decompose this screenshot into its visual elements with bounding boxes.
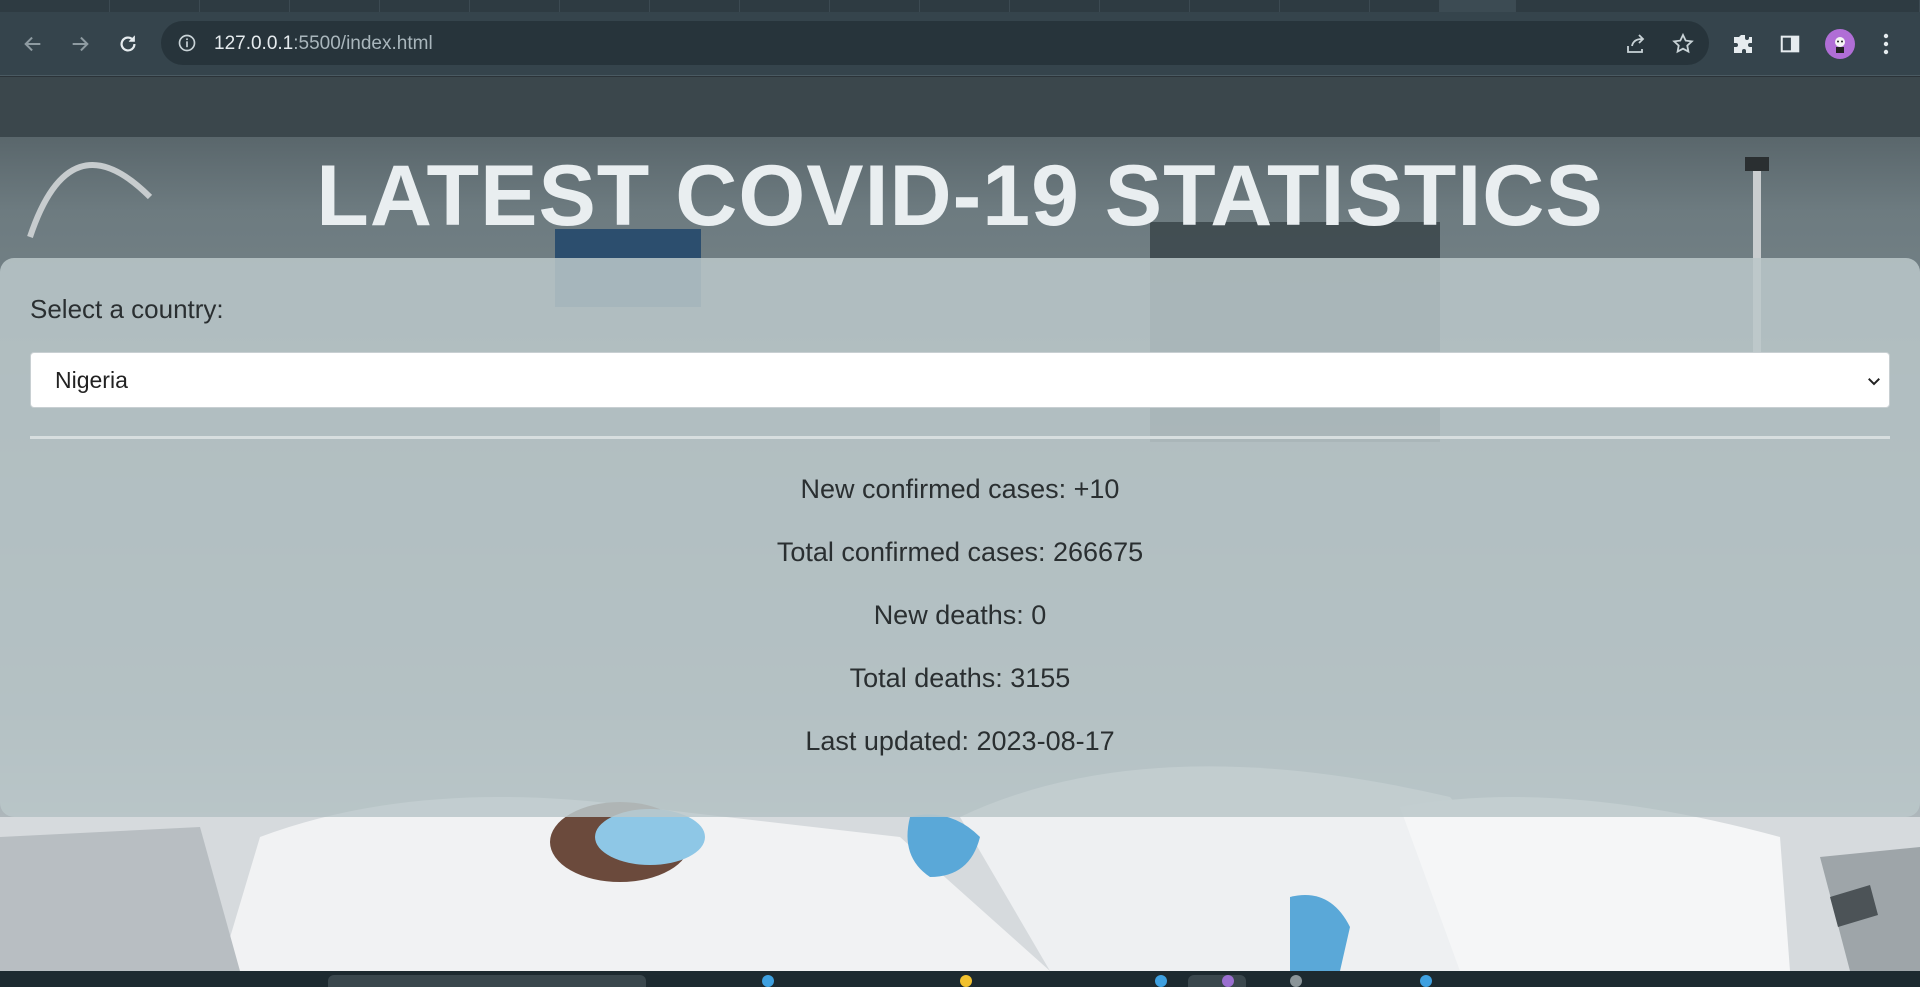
extensions-button[interactable] bbox=[1730, 31, 1756, 57]
side-panel-button[interactable] bbox=[1777, 31, 1803, 57]
page-title: LATEST COVID-19 STATISTICS bbox=[316, 148, 1604, 244]
taskbar-search[interactable] bbox=[328, 975, 646, 987]
taskbar-app-icon[interactable] bbox=[1290, 975, 1302, 987]
url-path: :5500/index.html bbox=[293, 33, 433, 54]
reload-button[interactable] bbox=[115, 31, 141, 57]
tab[interactable] bbox=[920, 0, 1010, 12]
stat-total-confirmed-cases: Total confirmed cases: 266675 bbox=[776, 537, 1144, 567]
stat-new-deaths: New deaths: 0 bbox=[873, 600, 1047, 630]
divider bbox=[30, 436, 1890, 439]
reload-icon bbox=[120, 35, 136, 52]
tab[interactable] bbox=[560, 0, 650, 12]
url-text[interactable]: 127.0.0.1:5500/index.html bbox=[214, 33, 433, 55]
side-panel-icon bbox=[1780, 35, 1800, 53]
stats-panel: Select a country: Nigeria New confirmed … bbox=[0, 258, 1920, 817]
selected-country: Nigeria bbox=[55, 366, 128, 393]
tab[interactable] bbox=[1190, 0, 1280, 12]
taskbar-app-icon[interactable] bbox=[1420, 975, 1432, 987]
tab[interactable] bbox=[1010, 0, 1100, 12]
stat-new-confirmed-cases: New confirmed cases: +10 bbox=[800, 474, 1120, 504]
tab[interactable] bbox=[650, 0, 740, 12]
menu-icon bbox=[1883, 33, 1889, 55]
page-viewport: LATEST COVID-19 STATISTICS Select a coun… bbox=[0, 77, 1920, 971]
tab-strip bbox=[0, 0, 1920, 12]
chevron-down-icon bbox=[1868, 378, 1880, 386]
info-icon[interactable] bbox=[177, 33, 197, 53]
extensions-icon bbox=[1734, 35, 1752, 53]
tab[interactable] bbox=[380, 0, 470, 12]
tab[interactable] bbox=[1516, 0, 1920, 12]
stat-last-updated: Last updated: 2023-08-17 bbox=[805, 726, 1115, 756]
tab[interactable] bbox=[830, 0, 920, 12]
back-arrow-icon bbox=[24, 36, 41, 52]
taskbar-app-icon[interactable] bbox=[1222, 975, 1234, 987]
tab[interactable] bbox=[1280, 0, 1370, 12]
taskbar-app-icon[interactable] bbox=[960, 975, 972, 987]
menu-button[interactable] bbox=[1873, 31, 1899, 57]
tab[interactable] bbox=[290, 0, 380, 12]
tab[interactable] bbox=[200, 0, 290, 12]
tab-active[interactable] bbox=[1440, 0, 1516, 12]
forward-arrow-icon bbox=[72, 36, 89, 52]
avatar-image-icon bbox=[1835, 37, 1845, 53]
browser-toolbar: 127.0.0.1:5500/index.html bbox=[0, 12, 1920, 76]
share-icon[interactable] bbox=[1624, 32, 1648, 56]
stat-total-deaths: Total deaths: 3155 bbox=[849, 663, 1071, 693]
tab[interactable] bbox=[470, 0, 560, 12]
forward-button[interactable] bbox=[67, 31, 93, 57]
profile-avatar[interactable] bbox=[1825, 29, 1855, 59]
tab[interactable] bbox=[1370, 0, 1440, 12]
country-select-label: Select a country: bbox=[30, 294, 224, 324]
star-icon[interactable] bbox=[1671, 32, 1695, 56]
tab[interactable] bbox=[110, 0, 200, 12]
tab[interactable] bbox=[1100, 0, 1190, 12]
url-host: 127.0.0.1 bbox=[214, 33, 294, 54]
country-select[interactable]: Nigeria bbox=[30, 352, 1890, 408]
tab[interactable] bbox=[740, 0, 830, 12]
tab[interactable] bbox=[0, 0, 110, 12]
taskbar-app-icon[interactable] bbox=[1155, 975, 1167, 987]
address-bar[interactable]: 127.0.0.1:5500/index.html bbox=[161, 21, 1709, 65]
taskbar-active-app[interactable] bbox=[1188, 975, 1246, 987]
back-button[interactable] bbox=[20, 31, 46, 57]
taskbar-app-icon[interactable] bbox=[762, 975, 774, 987]
os-taskbar bbox=[0, 971, 1920, 987]
